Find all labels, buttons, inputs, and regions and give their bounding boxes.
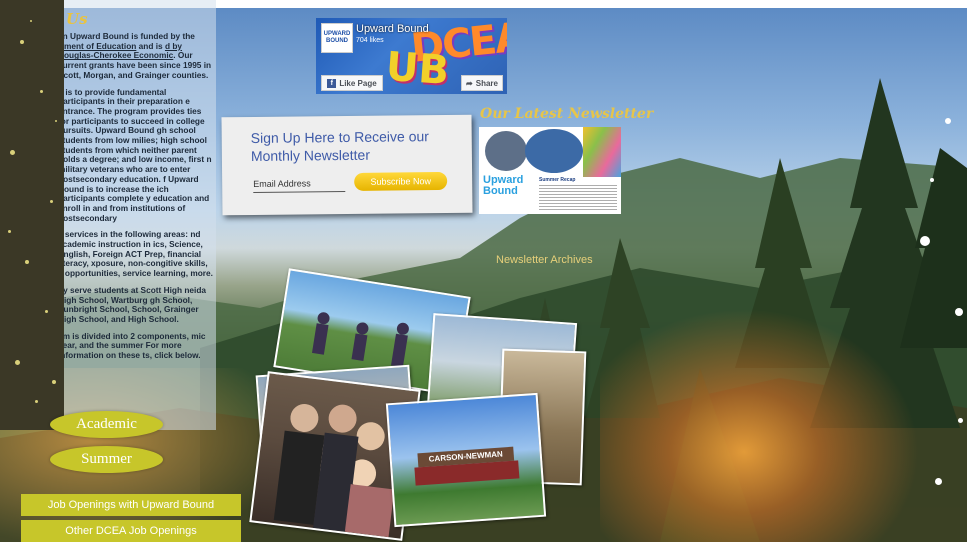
- about-text: e services in the following areas: nd ac…: [58, 229, 213, 279]
- about-us-panel: Us an Upward Bound is funded by the rtme…: [0, 0, 216, 430]
- fb-like-page-button[interactable]: f Like Page: [321, 75, 383, 91]
- about-paragraph: n is to provide fundamental participants…: [58, 86, 214, 224]
- latest-newsletter-heading: Our Latest Newsletter: [480, 106, 654, 122]
- fb-like-label: Like Page: [339, 78, 377, 88]
- signup-title: Sign Up Here to Receive our Monthly News…: [250, 128, 429, 165]
- about-text: am is divided into 2 components, mic yea…: [58, 330, 206, 361]
- about-link[interactable]: rtment of Education: [58, 41, 136, 51]
- other-dcea-job-openings-button[interactable]: Other DCEA Job Openings: [21, 520, 241, 542]
- fb-page-name[interactable]: Upward Bound: [356, 23, 429, 35]
- about-text: and is: [136, 40, 165, 51]
- decorative-dot: [52, 380, 56, 384]
- about-text: tly serve students at Scott High neida H…: [58, 284, 206, 324]
- decorative-dot: [50, 200, 53, 203]
- decorative-dot: [45, 310, 48, 313]
- decorative-dot: [8, 230, 11, 233]
- decorative-dot: [55, 120, 57, 122]
- academic-button[interactable]: Academic: [50, 411, 163, 438]
- decorative-dot: [20, 40, 24, 44]
- newsletter-archives-link[interactable]: Newsletter Archives: [496, 254, 593, 266]
- decorative-dot: [10, 150, 15, 155]
- newsletter-photo: [485, 131, 527, 171]
- about-paragraph: tly serve students at Scott High neida H…: [58, 284, 214, 325]
- about-paragraph: e services in the following areas: nd ac…: [58, 230, 214, 279]
- about-paragraph: an Upward Bound is funded by the rtment …: [58, 31, 214, 81]
- snow-speck: [945, 118, 951, 124]
- about-body: an Upward Bound is funded by the rtment …: [58, 31, 214, 368]
- newsletter-ub-logo: Upward Bound: [483, 175, 523, 197]
- facebook-page-widget[interactable]: DCEA UB UPWARD BOUND Upward Bound 704 li…: [316, 18, 507, 94]
- fb-share-button[interactable]: ➦ Share: [461, 75, 503, 91]
- fb-like-count: 704 likes: [356, 37, 384, 44]
- collage-photo: CARSON-NEWMAN: [385, 392, 547, 528]
- newsletter-signup-card: Sign Up Here to Receive our Monthly News…: [221, 114, 473, 216]
- fb-page-logo[interactable]: UPWARD BOUND: [321, 23, 353, 53]
- decorative-dot: [15, 360, 20, 365]
- about-paragraph: am is divided into 2 components, mic yea…: [58, 330, 214, 361]
- about-heading: Us: [66, 10, 88, 28]
- newsletter-ub-line2: Bound: [483, 185, 518, 197]
- snow-speck: [955, 308, 963, 316]
- snow-speck: [935, 478, 942, 485]
- decorative-dark-strip: [0, 0, 64, 430]
- newsletter-photo: [525, 129, 583, 173]
- snow-speck: [920, 236, 930, 246]
- snow-speck: [958, 418, 963, 423]
- decorative-dot: [30, 20, 32, 22]
- decorative-dot: [25, 260, 29, 264]
- about-text: an Upward Bound is funded by the: [58, 31, 195, 41]
- decorative-dot: [40, 90, 43, 93]
- job-openings-upward-bound-button[interactable]: Job Openings with Upward Bound: [21, 494, 241, 516]
- sunset-glow: [600, 308, 920, 542]
- snow-speck: [930, 178, 934, 182]
- share-icon: ➦: [466, 78, 473, 88]
- newsletter-graphic: [583, 127, 621, 177]
- newsletter-text-lines: [539, 185, 617, 211]
- subscribe-now-button[interactable]: Subscribe Now: [354, 171, 448, 191]
- fb-banner-text-bottom: UB: [384, 43, 451, 94]
- facebook-icon: f: [327, 78, 337, 88]
- fb-share-label: Share: [475, 78, 498, 88]
- about-text: n is to provide fundamental participants…: [58, 86, 212, 223]
- summer-button[interactable]: Summer: [50, 446, 163, 473]
- newsletter-recap-title: Summer Recap: [539, 177, 576, 183]
- email-address-input[interactable]: Email Address: [253, 178, 346, 193]
- decorative-dot: [35, 400, 38, 403]
- latest-newsletter-thumbnail[interactable]: Upward Bound Summer Recap: [479, 127, 621, 214]
